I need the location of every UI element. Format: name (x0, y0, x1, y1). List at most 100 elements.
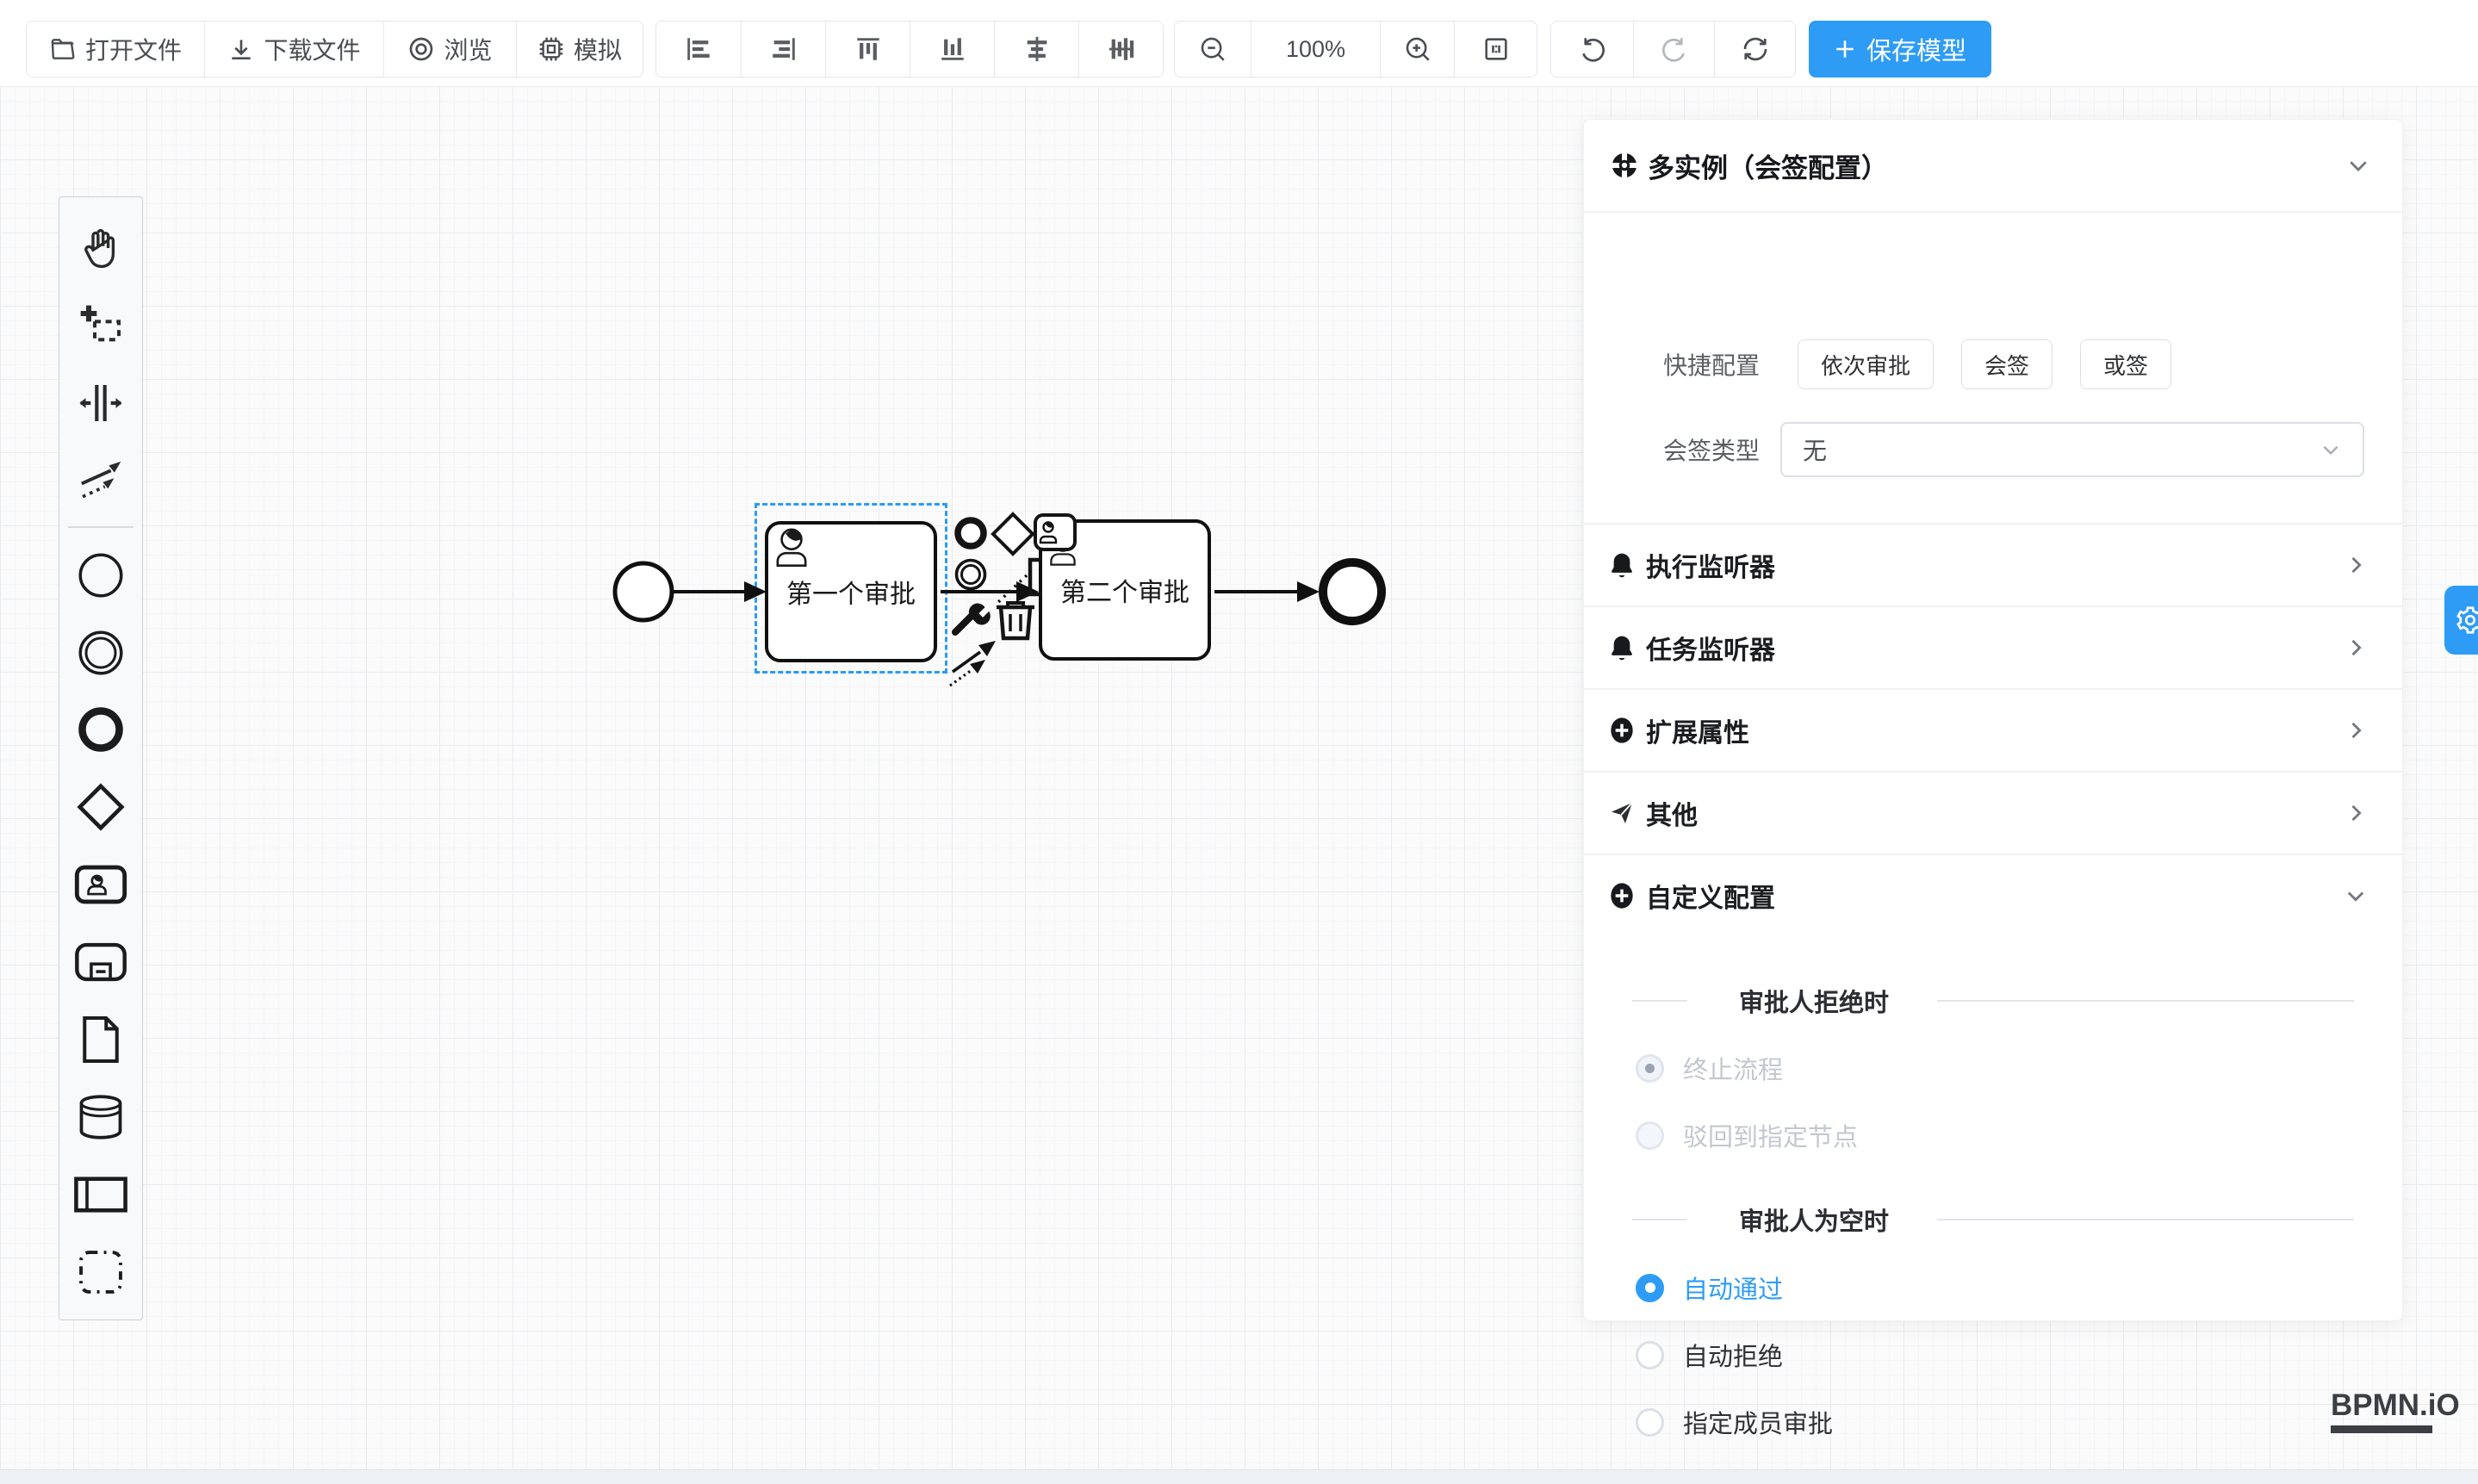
preview-button[interactable]: 浏览 (383, 22, 516, 77)
radio-auto-pass[interactable]: 自动通过 (1636, 1270, 1783, 1306)
group-icon (76, 1247, 126, 1297)
radio-return-to-node[interactable]: 驳回到指定节点 (1636, 1117, 1858, 1153)
radio-auto-pass-label: 自动通过 (1683, 1270, 1783, 1306)
section-execution-listener[interactable]: 执行监听器 (1584, 524, 2402, 606)
folder-open-icon (49, 35, 77, 63)
palette-user-task[interactable] (59, 846, 142, 923)
lasso-tool-icon (77, 301, 125, 350)
radio-assign-member[interactable]: 指定成员审批 (1636, 1404, 1833, 1440)
section-other-label: 其他 (1646, 794, 1698, 832)
open-file-button[interactable]: 打开文件 (27, 22, 204, 77)
radio-return-to-node-label: 驳回到指定节点 (1683, 1117, 1858, 1153)
panel-header[interactable]: 多实例（会签配置） (1584, 120, 2402, 211)
radio-terminate-process-circle[interactable] (1636, 1054, 1664, 1083)
restart-button[interactable] (1714, 22, 1795, 77)
hand-tool-icon (78, 225, 124, 271)
palette-gateway[interactable] (59, 768, 142, 846)
section-task-listener[interactable]: 任务监听器 (1584, 606, 2402, 689)
section-custom-config[interactable]: 自定义配置 (1584, 854, 2402, 937)
sequential-label: 依次审批 (1821, 349, 1910, 381)
palette-intermediate-event[interactable] (59, 614, 142, 692)
section-execution-listener-label: 执行监听器 (1646, 546, 1775, 584)
palette-data-store[interactable] (59, 1078, 142, 1156)
sign-type-label: 会签类型 (1584, 432, 1760, 467)
simulate-button[interactable]: 模拟 (516, 22, 643, 77)
align-right-button[interactable] (741, 22, 825, 77)
palette-end-event[interactable] (59, 692, 142, 769)
global-connect-tool[interactable] (59, 442, 142, 519)
save-model-label: 保存模型 (1866, 31, 1966, 67)
chevron-down-icon[interactable] (2345, 152, 2371, 178)
align-left-button[interactable] (656, 22, 741, 77)
zoom-level[interactable]: 100% (1251, 22, 1380, 77)
fit-viewport-button[interactable] (1454, 22, 1537, 77)
task-second-approval[interactable]: 第二个审批 (1039, 519, 1211, 661)
download-file-button[interactable]: 下载文件 (204, 22, 383, 77)
download-file-label: 下载文件 (264, 32, 360, 66)
radio-auto-reject-circle[interactable] (1636, 1341, 1664, 1369)
lasso-tool[interactable] (59, 287, 142, 364)
task-first-approval[interactable]: 第一个审批 (765, 521, 937, 662)
palette-data-object[interactable] (59, 1001, 142, 1078)
end-event-icon (75, 704, 127, 755)
zoom-out-icon (1198, 34, 1227, 64)
sign-type-row: 会签类型 无 (1584, 422, 2402, 477)
zoom-out-button[interactable] (1175, 22, 1251, 77)
multi-instance-icon (1610, 151, 1639, 180)
sign-type-select[interactable]: 无 (1780, 422, 2364, 477)
task-second-approval-label: 第二个审批 (1060, 571, 1189, 609)
palette-participant[interactable] (59, 1156, 142, 1233)
data-object-icon (77, 1014, 125, 1065)
align-left-icon (684, 34, 713, 64)
section-extended-properties-label: 扩展属性 (1646, 711, 1749, 749)
file-button-group: 打开文件 下载文件 浏览 模拟 (26, 21, 643, 78)
open-file-label: 打开文件 (85, 32, 182, 66)
undo-button[interactable] (1551, 22, 1633, 77)
radio-assign-member-circle[interactable] (1636, 1408, 1664, 1437)
section-task-listener-label: 任务监听器 (1646, 629, 1775, 667)
space-tool-icon (77, 379, 125, 427)
bpmn-io-logo-bar (2331, 1425, 2432, 1433)
quick-config-countersign-button[interactable]: 会签 (1961, 339, 2053, 389)
properties-panel: 多实例（会签配置） 快捷配置 依次审批 会签 或签 会签类型 无 执行监听器 (1583, 119, 2403, 1321)
section-extended-properties[interactable]: 扩展属性 (1584, 689, 2402, 772)
zoom-in-button[interactable] (1380, 22, 1454, 77)
palette-group[interactable] (59, 1233, 142, 1311)
plus-circle-icon (1608, 717, 1636, 744)
quick-config-label: 快捷配置 (1584, 347, 1760, 382)
align-top-button[interactable] (825, 22, 910, 77)
zoom-level-label: 100% (1286, 36, 1345, 63)
palette-subprocess[interactable] (59, 923, 142, 1001)
bpmn-io-logo-text: BPMN.iO (2331, 1388, 2432, 1423)
bpmn-io-logo[interactable]: BPMN.iO (2331, 1388, 2432, 1433)
align-bottom-button[interactable] (910, 22, 994, 77)
section-other[interactable]: 其他 (1584, 772, 2402, 854)
send-icon (1608, 799, 1636, 827)
radio-auto-reject[interactable]: 自动拒绝 (1636, 1337, 1783, 1373)
align-right-icon (769, 34, 798, 64)
palette-separator (68, 526, 134, 528)
undo-icon (1577, 34, 1608, 65)
radio-terminate-process[interactable]: 终止流程 (1636, 1050, 1783, 1086)
redo-button[interactable] (1633, 22, 1714, 77)
align-center-button[interactable] (994, 22, 1078, 77)
empty-group-divider: 审批人为空时 (1584, 1201, 2402, 1238)
radio-auto-pass-circle[interactable] (1636, 1274, 1664, 1302)
radio-return-to-node-circle[interactable] (1636, 1121, 1664, 1150)
gear-icon (2455, 605, 2478, 636)
quick-config-orsign-button[interactable]: 或签 (2080, 339, 2171, 389)
horizontal-scrollbar[interactable] (0, 1469, 2478, 1484)
hand-tool[interactable] (59, 209, 142, 287)
save-model-button[interactable]: 保存模型 (1809, 21, 1991, 78)
align-middle-button[interactable] (1078, 22, 1163, 77)
chevron-right-icon (2344, 636, 2368, 660)
space-tool[interactable] (59, 364, 142, 442)
palette-start-event[interactable] (59, 537, 142, 614)
chevron-right-icon (2344, 718, 2368, 742)
quick-config-sequential-button[interactable]: 依次审批 (1798, 339, 1934, 389)
radio-auto-reject-label: 自动拒绝 (1683, 1337, 1783, 1373)
download-icon (227, 35, 255, 63)
settings-tab[interactable] (2444, 586, 2478, 655)
reject-group-title: 审批人拒绝时 (1739, 983, 1889, 1019)
plus-icon (1834, 38, 1856, 60)
